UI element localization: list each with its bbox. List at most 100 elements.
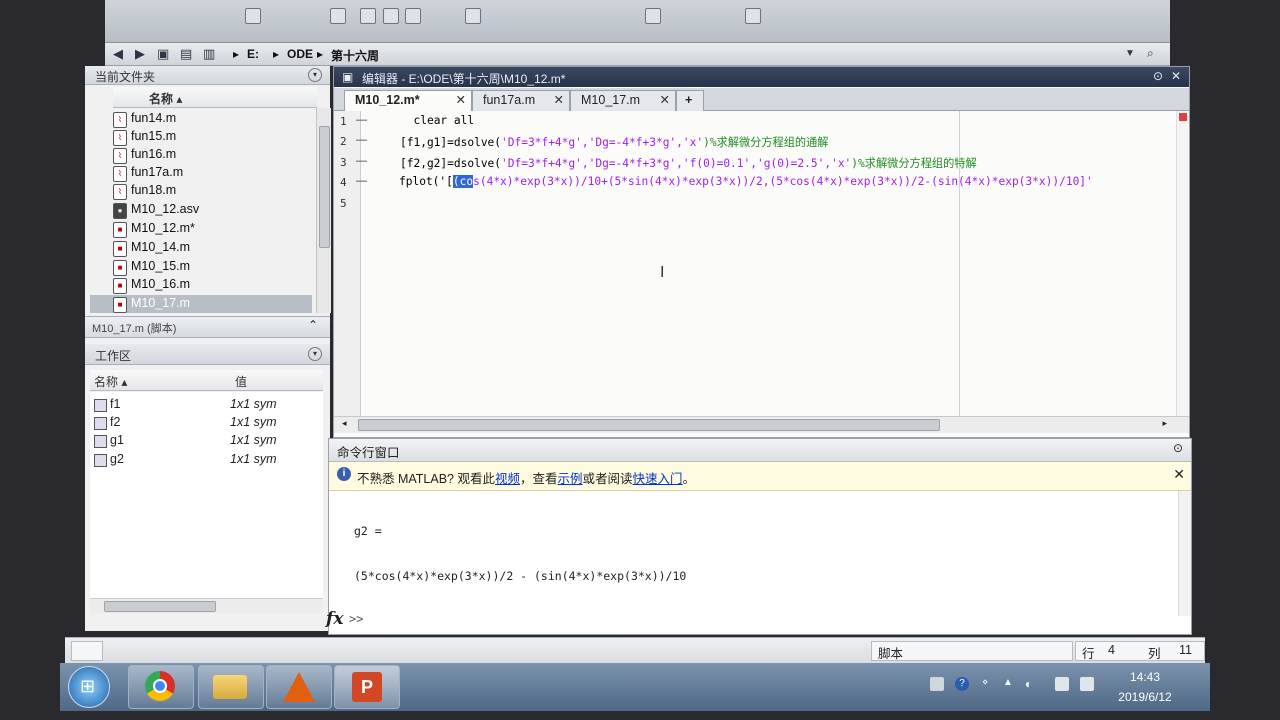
close-tab-icon[interactable]: ✕ [660, 92, 670, 107]
breadcrumb-sep-icon: ▸ [233, 47, 240, 61]
toolstrip-button[interactable] [645, 8, 661, 24]
command-input[interactable]: fx >> [326, 607, 1191, 633]
tab-m10-17[interactable]: M10_17.m ✕ [570, 90, 676, 111]
network-icon[interactable] [1055, 677, 1069, 691]
workspace-header: 工作区 ▾ [85, 344, 330, 365]
m-file-icon: ■ [113, 278, 127, 294]
toolstrip-button[interactable] [245, 8, 261, 24]
table-row[interactable]: f2 1x1 sym [90, 414, 322, 432]
scroll-thumb[interactable] [358, 419, 940, 431]
close-tab-icon[interactable]: ✕ [456, 92, 466, 107]
breadcrumb-item[interactable]: ODE [287, 47, 313, 61]
clock-time: 14:43 [1129, 670, 1161, 684]
output-expression: (5*cos(4*x)*exp(3*x))/2 - (sin(4*x)*exp(… [354, 569, 687, 583]
video-link[interactable]: 视频 [495, 472, 520, 486]
help-icon[interactable]: ? [955, 677, 969, 691]
workspace-hscrollbar[interactable] [90, 598, 323, 613]
collapse-icon[interactable]: ⌃ [308, 318, 318, 332]
up-folder-icon[interactable]: ▣ [157, 46, 169, 62]
editor-menu-icon[interactable]: ⊙ [1153, 69, 1163, 83]
list-item[interactable]: ■ M10_15.m [113, 258, 318, 276]
code-line-1[interactable]: clear all [400, 114, 474, 127]
start-button[interactable]: ⊞ [68, 666, 110, 708]
toolstrip-button[interactable] [745, 8, 761, 24]
forward-icon[interactable]: ▶ [135, 46, 145, 62]
scroll-thumb[interactable] [104, 601, 216, 612]
customize-icon[interactable]: ⋄ [982, 677, 996, 691]
toolstrip-button[interactable] [465, 8, 481, 24]
editor-vscrollbar[interactable] [1176, 111, 1189, 416]
name-column-header[interactable]: 名称 ▴ [113, 87, 317, 108]
action-center-icon[interactable] [1080, 677, 1094, 691]
warning-marker[interactable] [1179, 113, 1187, 121]
scroll-left-icon[interactable]: ◂ [342, 418, 347, 429]
taskbar-powerpoint[interactable]: P [334, 665, 400, 709]
table-row[interactable]: f1 1x1 sym [90, 396, 322, 414]
table-row[interactable]: g1 1x1 sym [90, 432, 322, 450]
scroll-thumb[interactable] [319, 126, 330, 248]
list-item[interactable]: ⌇ fun18.m [113, 182, 318, 200]
toolstrip-button[interactable] [330, 8, 346, 24]
add-tab-button[interactable]: + [676, 90, 704, 111]
taskbar-explorer[interactable] [198, 665, 264, 709]
table-row[interactable]: g2 1x1 sym [90, 451, 322, 469]
toolstrip-button[interactable] [405, 8, 421, 24]
panel-menu-icon[interactable]: ⊙ [1173, 441, 1183, 455]
list-item[interactable]: ■ M10_12.m* [113, 220, 318, 238]
list-item[interactable]: ⌇ fun17a.m [113, 164, 318, 182]
taskbar-chrome[interactable] [128, 665, 194, 709]
scroll-right-icon[interactable]: ▸ [1162, 418, 1167, 429]
workspace-column-header[interactable]: 名称 ▴ 值 [90, 370, 323, 391]
list-item[interactable]: ⌇ fun16.m [113, 146, 318, 164]
text-cursor-icon: I [660, 264, 665, 281]
code-line-3[interactable]: [f2,g2]=dsolve('Df=3*f+4*g','Dg=-4*f+3*g… [400, 155, 977, 171]
examples-link[interactable]: 示例 [558, 472, 583, 486]
breadcrumb-sep-icon: ▸ [273, 47, 280, 61]
show-hidden-icons[interactable]: ▲ [1003, 677, 1017, 691]
close-icon[interactable]: ✕ [1171, 69, 1181, 83]
tab-m10-12[interactable]: M10_12.m* ✕ [344, 90, 472, 111]
getting-started-link[interactable]: 快速入门 [633, 472, 683, 486]
panel-menu-icon[interactable]: ▾ [308, 347, 322, 361]
cursor-position: 行 4 列 11 [1075, 641, 1205, 661]
browse-icon[interactable]: ▥ [203, 46, 215, 62]
list-item[interactable]: ■ M10_14.m [113, 239, 318, 257]
code-line-2[interactable]: [f1,g1]=dsolve('Df=3*f+4*g','Dg=-4*f+3*g… [400, 134, 828, 150]
search-icon[interactable]: ⌕ [1147, 46, 1154, 61]
list-item[interactable]: ● M10_12.asv [113, 201, 318, 219]
list-item[interactable]: ⌇ fun15.m [113, 128, 318, 146]
status-bar: 脚本 行 4 列 11 [65, 637, 1205, 664]
details-bar[interactable]: M10_17.m (脚本) ⌃ [85, 316, 330, 338]
asv-file-icon: ● [113, 203, 127, 219]
taskbar: ⊞ P ? ⋄ ▲ ◐ 14:43 2019/6/12 [60, 663, 1210, 711]
address-bar[interactable]: ◀ ▶ ▣ ▤ ▥ ▸ E: ▸ ODE ▸ 第十六周 ▼ ⌕ [105, 43, 1170, 66]
m-file-icon: ■ [113, 260, 127, 276]
panel-menu-icon[interactable]: ▾ [308, 68, 322, 82]
code-line-4[interactable]: fplot('[(cos(4*x)*exp(3*x))/10+(5*sin(4*… [399, 175, 1093, 188]
close-tab-icon[interactable]: ✕ [554, 92, 564, 107]
list-item[interactable]: ⌇ fun14.m [113, 110, 318, 128]
editor-tabs: M10_12.m* ✕ fun17a.m ✕ M10_17.m ✕ + [334, 88, 1189, 111]
editor-hscrollbar[interactable]: ◂ ▸ [334, 416, 1189, 433]
list-item[interactable]: ■ M10_16.m [113, 276, 318, 294]
m-file-icon: ■ [113, 222, 127, 238]
function-browser-icon[interactable]: fx [326, 609, 343, 629]
command-vscrollbar[interactable] [1178, 491, 1191, 616]
toolstrip-button[interactable] [360, 8, 376, 24]
address-dropdown-icon[interactable]: ▼ [1125, 48, 1135, 59]
tab-fun17a[interactable]: fun17a.m ✕ [472, 90, 570, 111]
clock[interactable]: 14:43 2019/6/12 [1115, 670, 1175, 704]
breadcrumb-item[interactable]: E: [247, 47, 259, 61]
volume-icon[interactable]: ◐ [1025, 677, 1039, 691]
new-folder-icon[interactable]: ▤ [180, 46, 192, 62]
clock-date: 2019/6/12 [1118, 690, 1172, 704]
file-list-scrollbar[interactable] [316, 108, 331, 313]
back-icon[interactable]: ◀ [113, 46, 123, 62]
list-item-selected[interactable]: ■ M10_17.m [90, 295, 312, 313]
taskbar-matlab[interactable] [266, 665, 332, 709]
keyboard-icon[interactable] [930, 677, 944, 691]
close-icon[interactable]: ✕ [1173, 466, 1185, 483]
breadcrumb-item[interactable]: 第十六周 [331, 47, 379, 64]
toolstrip-button[interactable] [383, 8, 399, 24]
